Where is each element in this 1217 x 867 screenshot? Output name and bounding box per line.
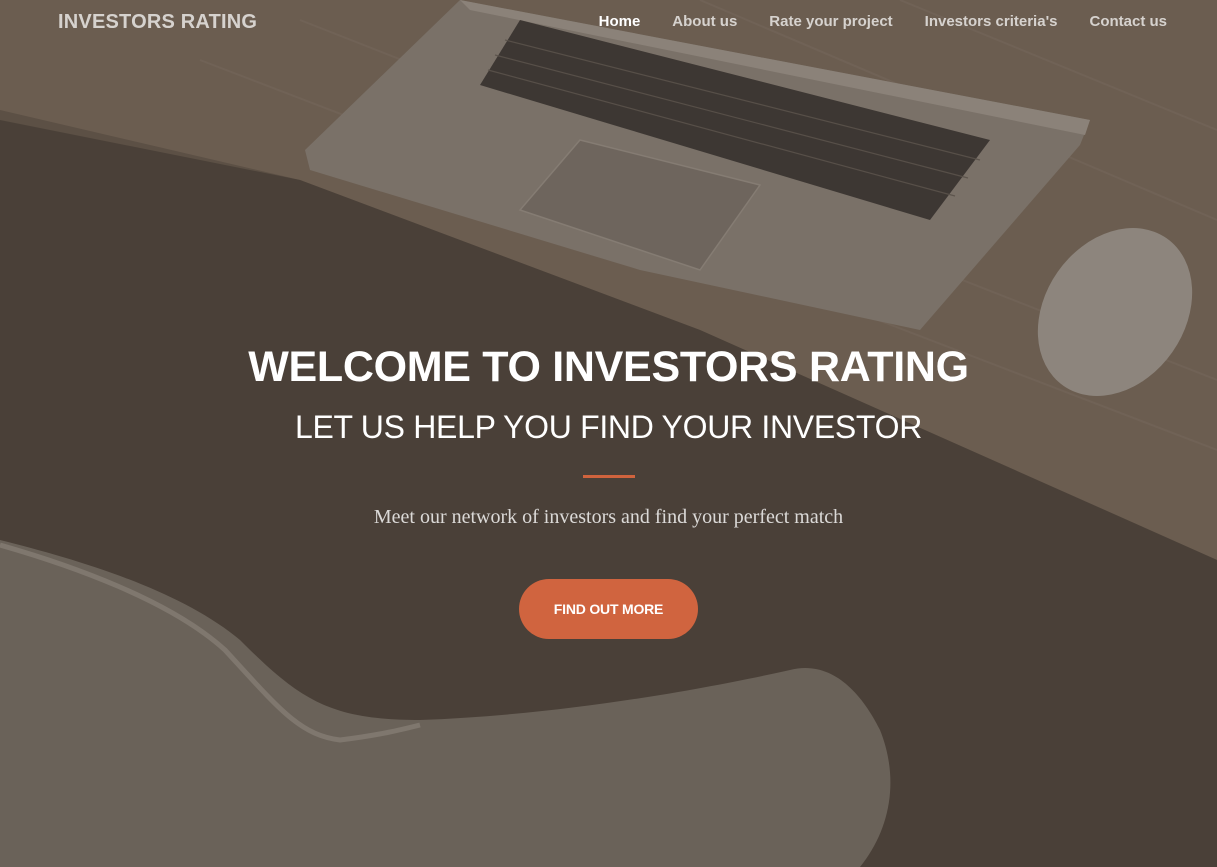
nav-item-home: Home xyxy=(599,13,641,31)
nav-link-rate-your-project[interactable]: Rate your project xyxy=(769,13,892,30)
accent-divider xyxy=(582,475,635,478)
nav-item-criteria: Investors criteria's xyxy=(925,13,1058,31)
hero-title: WELCOME TO INVESTORS RATING xyxy=(248,343,969,391)
nav-link-home[interactable]: Home xyxy=(599,13,641,30)
nav-link-contact-us[interactable]: Contact us xyxy=(1089,13,1167,30)
hero-lead-text: Meet our network of investors and find y… xyxy=(373,506,844,528)
nav-item-rate: Rate your project xyxy=(769,13,892,31)
nav-item-about: About us xyxy=(672,13,737,31)
brand-logo-link[interactable]: INVESTORS RATING xyxy=(58,11,257,34)
nav-item-contact: Contact us xyxy=(1089,13,1167,31)
top-navbar: INVESTORS RATING Home About us Rate your… xyxy=(0,0,1217,46)
find-out-more-button[interactable]: FIND OUT MORE xyxy=(519,579,698,639)
nav-link-about-us[interactable]: About us xyxy=(672,13,737,30)
hero-section: WELCOME TO INVESTORS RATING LET US HELP … xyxy=(0,338,1217,639)
nav-menu: Home About us Rate your project Investor… xyxy=(599,13,1167,31)
nav-link-investors-criteria[interactable]: Investors criteria's xyxy=(925,13,1058,30)
hero-subtitle: LET US HELP YOU FIND YOUR INVESTOR xyxy=(294,409,923,445)
